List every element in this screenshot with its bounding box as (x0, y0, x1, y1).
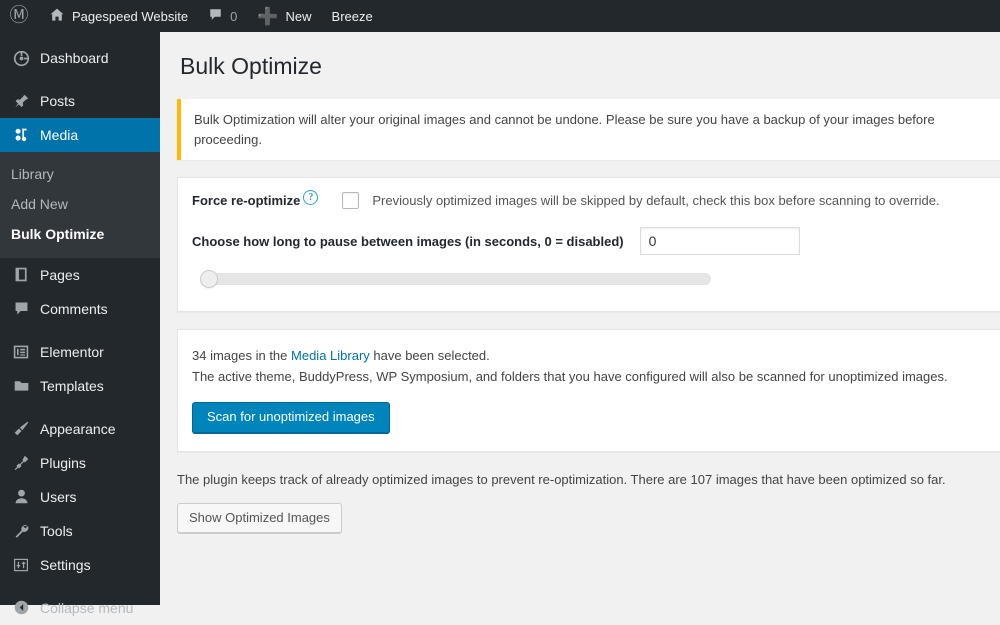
main-content: Bulk Optimize Bulk Optimization will alt… (160, 32, 1000, 605)
breeze-menu-item[interactable]: Breeze (322, 0, 383, 32)
pause-duration-label: Choose how long to pause between images … (192, 234, 624, 249)
force-reoptimize-description: Previously optimized images will be skip… (372, 193, 939, 208)
selected-images-suffix: have been selected. (370, 348, 490, 363)
sidebar-item-comments[interactable]: Comments (0, 292, 160, 326)
pause-duration-input[interactable] (640, 227, 800, 255)
elementor-icon (11, 342, 31, 362)
selected-images-line: 34 images in the Media Library have been… (192, 345, 984, 366)
site-name-menu-item[interactable]: Pagespeed Website (39, 0, 198, 32)
wp-logo-menu-item[interactable]: Ⓜ (0, 0, 39, 32)
new-content-menu-item[interactable]: ➕ New (247, 0, 321, 32)
breeze-label: Breeze (332, 9, 373, 24)
sidebar-item-label: Media (40, 128, 78, 142)
sidebar-item-label: Comments (40, 302, 108, 316)
sidebar-item-label: Posts (40, 94, 75, 108)
menu-separator (0, 326, 160, 335)
admin-bar: Ⓜ Pagespeed Website 0 ➕ New Breeze (0, 0, 1000, 32)
sidebar-item-users[interactable]: Users (0, 480, 160, 514)
paintbrush-icon (11, 419, 31, 439)
sidebar-item-tools[interactable]: Tools (0, 514, 160, 548)
sidebar-item-library[interactable]: Library (0, 159, 160, 189)
comments-count: 0 (230, 9, 237, 24)
menu-separator (0, 75, 160, 84)
sidebar-item-label: Plugins (40, 456, 86, 470)
sidebar-item-add-new[interactable]: Add New (0, 189, 160, 219)
sidebar-item-pages[interactable]: Pages (0, 258, 160, 292)
plus-icon: ➕ (257, 8, 278, 25)
sidebar-item-label: Tools (40, 524, 73, 538)
plug-icon (11, 453, 31, 473)
admin-sidebar-menu: Dashboard Posts Media Library Add New Bu… (0, 32, 160, 605)
sidebar-item-label: Elementor (40, 345, 104, 359)
pin-icon (11, 91, 31, 111)
slider-handle[interactable] (200, 270, 218, 288)
warning-notice: Bulk Optimization will alter your origin… (177, 99, 1000, 160)
menu-spacer-top (0, 32, 160, 41)
force-reoptimize-label-text: Force re-optimize (192, 193, 300, 208)
pause-duration-row: Choose how long to pause between images … (192, 227, 984, 255)
folder-icon (11, 376, 31, 396)
sidebar-item-bulk-optimize[interactable]: Bulk Optimize (0, 219, 160, 249)
page-title: Bulk Optimize (160, 32, 1000, 94)
force-reoptimize-row: Force re-optimize ? Previously optimized… (192, 192, 984, 209)
sidebar-item-dashboard[interactable]: Dashboard (0, 41, 160, 75)
site-name-label: Pagespeed Website (72, 9, 188, 24)
slider-track[interactable] (206, 273, 711, 285)
sidebar-item-plugins[interactable]: Plugins (0, 446, 160, 480)
media-icon (11, 125, 31, 145)
sidebar-item-templates[interactable]: Templates (0, 369, 160, 403)
force-reoptimize-label: Force re-optimize ? (192, 193, 318, 208)
page-icon (11, 265, 31, 285)
sidebar-item-label: Settings (40, 558, 91, 572)
dashboard-icon (11, 48, 31, 68)
help-icon[interactable]: ? (303, 190, 318, 205)
pause-duration-slider[interactable] (206, 273, 711, 285)
show-optimized-images-button[interactable]: Show Optimized Images (177, 503, 342, 534)
wordpress-logo-icon: Ⓜ (9, 6, 29, 26)
force-reoptimize-checkbox[interactable] (342, 192, 359, 209)
menu-separator (0, 403, 160, 412)
comment-bubble-icon (208, 7, 223, 25)
sidebar-item-elementor[interactable]: Elementor (0, 335, 160, 369)
scan-scope-line: The active theme, BuddyPress, WP Symposi… (192, 366, 984, 387)
sidebar-item-posts[interactable]: Posts (0, 84, 160, 118)
sidebar-item-label: Users (40, 490, 77, 504)
sidebar-item-appearance[interactable]: Appearance (0, 412, 160, 446)
collapse-menu-button[interactable]: Collapse menu (0, 591, 160, 625)
selected-images-prefix: 34 images in the (192, 348, 291, 363)
media-library-link[interactable]: Media Library (291, 348, 370, 363)
collapse-arrow-icon (11, 598, 31, 618)
sidebar-item-media[interactable]: Media (0, 118, 160, 152)
menu-separator (0, 582, 160, 591)
sidebar-item-settings[interactable]: Settings (0, 548, 160, 582)
wrench-icon (11, 521, 31, 541)
sidebar-item-label: Appearance (40, 422, 116, 436)
new-label: New (286, 9, 312, 24)
home-icon (49, 7, 65, 26)
sidebar-item-label: Pages (40, 268, 80, 282)
comments-menu-item[interactable]: 0 (198, 0, 247, 32)
sliders-icon (11, 555, 31, 575)
scan-panel: 34 images in the Media Library have been… (177, 329, 1000, 452)
optimized-tracking-text: The plugin keeps track of already optimi… (177, 470, 1000, 490)
sidebar-item-label: Dashboard (40, 51, 109, 65)
scan-for-unoptimized-images-button[interactable]: Scan for unoptimized images (192, 402, 390, 433)
collapse-menu-label: Collapse menu (40, 601, 133, 615)
user-icon (11, 487, 31, 507)
sidebar-item-label: Templates (40, 379, 104, 393)
comment-bubble-icon (11, 299, 31, 319)
settings-panel: Force re-optimize ? Previously optimized… (177, 177, 1000, 312)
media-submenu: Library Add New Bulk Optimize (0, 152, 160, 258)
